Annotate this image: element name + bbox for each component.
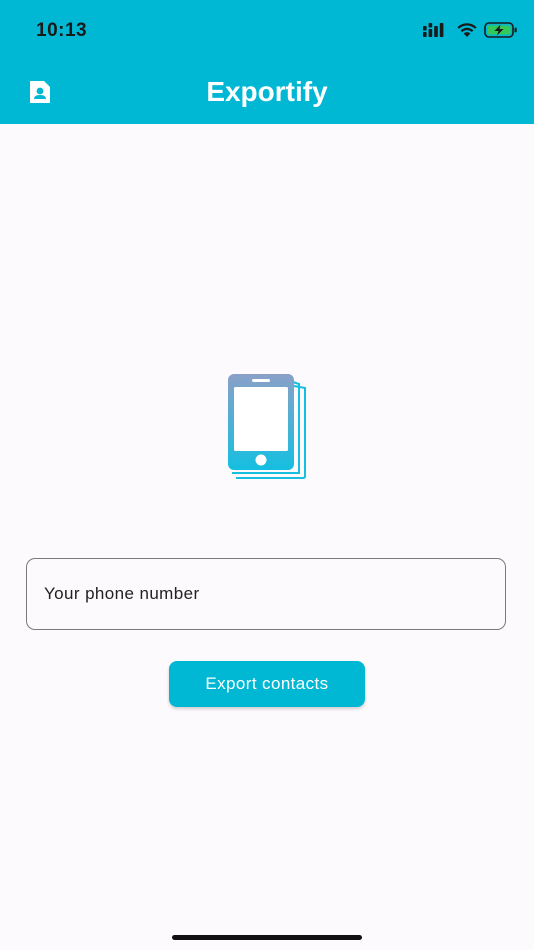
app-title: Exportify [206, 76, 328, 107]
wifi-icon [457, 23, 477, 37]
top-bar: 10:13 Exportify [0, 0, 534, 124]
home-indicator [172, 935, 362, 940]
cellular-signal-icon [423, 23, 444, 37]
app-bar: Exportify [0, 60, 534, 124]
status-bar: 10:13 [0, 0, 534, 60]
phone-book-icon [228, 374, 306, 479]
phone-number-input[interactable] [26, 558, 506, 630]
export-contacts-button[interactable]: Export contacts [169, 661, 365, 707]
battery-charging-icon [484, 22, 517, 38]
status-time: 10:13 [36, 20, 88, 41]
